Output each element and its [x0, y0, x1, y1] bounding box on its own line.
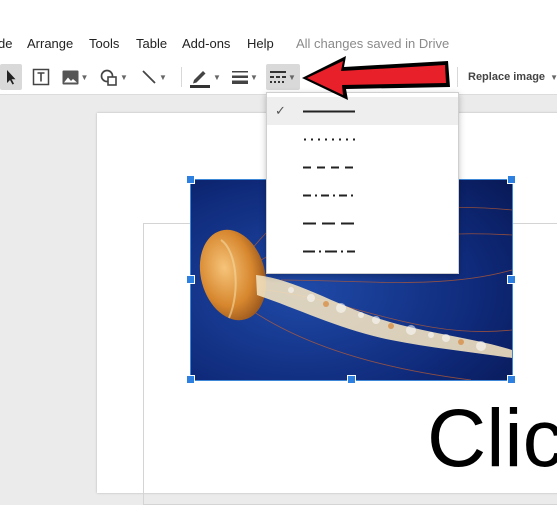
border-dash-icon	[270, 71, 287, 83]
border-color-button[interactable]: ▼	[187, 64, 223, 90]
menu-tools[interactable]: Tools	[89, 36, 119, 51]
dash-dot-line-icon	[303, 194, 355, 197]
border-dash-menu: ✓	[266, 92, 459, 274]
dashed-line-icon	[303, 166, 355, 169]
chevron-down-icon: ▼	[120, 72, 128, 82]
chevron-down-icon: ▼	[288, 72, 296, 82]
line-button[interactable]: ▼	[138, 64, 170, 90]
shape-icon	[100, 69, 117, 86]
chevron-down-icon: ▼	[159, 72, 167, 82]
select-tool-button[interactable]	[0, 64, 22, 90]
border-color-icon	[190, 71, 211, 88]
toolbar-divider	[457, 67, 458, 87]
solid-line-icon	[303, 110, 355, 113]
chevron-down-icon: ▼	[80, 72, 89, 82]
menu-slide[interactable]: de	[0, 36, 12, 51]
line-icon	[142, 70, 156, 84]
image-button[interactable]: ▼	[58, 64, 92, 90]
menu-table[interactable]: Table	[136, 36, 167, 51]
toolbar: ▼ ▼ ▼ ▼ ▼ ▼ ▼ Replace image ▼	[0, 60, 557, 95]
menu-bar: de Arrange Tools Table Add-ons Help All …	[0, 0, 557, 60]
image-icon	[62, 70, 79, 84]
resize-handle-bottom-left[interactable]	[186, 375, 195, 384]
chevron-down-icon: ▼	[213, 72, 221, 82]
text-box-button[interactable]	[29, 64, 53, 90]
slide-title-text[interactable]: Clic	[427, 398, 557, 480]
dotted-line-icon	[304, 138, 355, 141]
resize-handle-left[interactable]	[186, 275, 195, 284]
long-dash-dot-line-icon	[303, 250, 355, 253]
resize-handle-bottom-right[interactable]	[507, 375, 516, 384]
replace-image-label: Replace image	[468, 71, 546, 83]
text-box-icon	[32, 68, 50, 86]
red-arrow-annotation	[302, 56, 450, 100]
replace-image-button[interactable]: Replace image ▼	[468, 71, 557, 83]
dash-option-long-dash-dot[interactable]	[267, 237, 458, 265]
menu-arrange[interactable]: Arrange	[27, 36, 73, 51]
chevron-down-icon: ▼	[550, 73, 557, 82]
resize-handle-top-left[interactable]	[186, 175, 195, 184]
dash-option-dashed[interactable]	[267, 153, 458, 181]
long-dash-line-icon	[303, 222, 355, 225]
shape-button[interactable]: ▼	[98, 64, 130, 90]
save-status: All changes saved in Drive	[296, 36, 450, 51]
select-icon	[7, 70, 16, 85]
resize-handle-top-right[interactable]	[507, 175, 516, 184]
check-icon: ✓	[275, 103, 286, 118]
resize-handle-right[interactable]	[507, 275, 516, 284]
toolbar-divider	[181, 67, 182, 87]
border-weight-icon	[232, 71, 249, 84]
dash-option-long-dash[interactable]	[267, 209, 458, 237]
menu-help[interactable]: Help	[247, 36, 274, 51]
dash-option-dotted[interactable]	[267, 125, 458, 153]
border-weight-button[interactable]: ▼	[227, 64, 263, 90]
chevron-down-icon: ▼	[250, 72, 258, 82]
resize-handle-bottom[interactable]	[347, 375, 356, 384]
dash-option-solid[interactable]: ✓	[267, 97, 458, 125]
menu-add-ons[interactable]: Add-ons	[182, 36, 230, 51]
border-dash-button[interactable]: ▼	[266, 64, 300, 90]
dash-option-dash-dot[interactable]	[267, 181, 458, 209]
